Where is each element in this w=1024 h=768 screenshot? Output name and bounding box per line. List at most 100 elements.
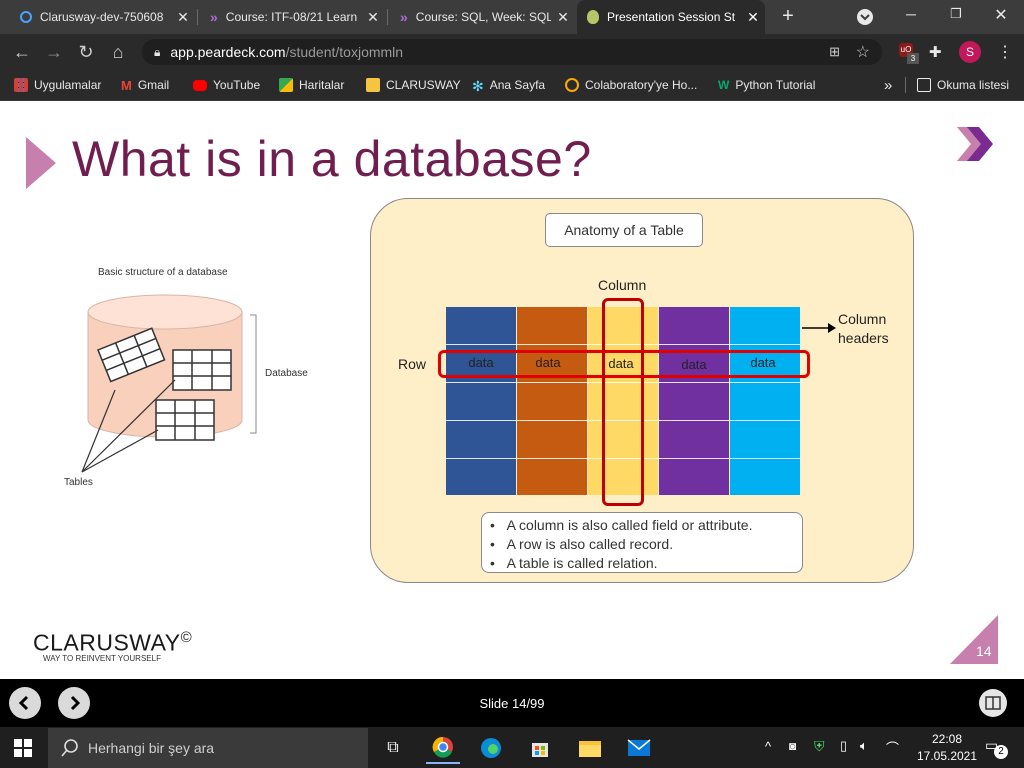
list-item: • A row is also called record.: [490, 536, 674, 552]
forward-arrow-icon[interactable]: →: [42, 41, 66, 63]
address-bar[interactable]: 🔒︎ app.peardeck.com/student/toxjommln ⊞ …: [142, 39, 882, 65]
new-tab-button[interactable]: +: [777, 5, 799, 29]
close-icon[interactable]: ✕: [551, 9, 575, 26]
chevron-up-icon[interactable]: ^: [765, 739, 771, 754]
more-bookmarks-button[interactable]: »: [884, 70, 892, 100]
folder-icon: [579, 741, 601, 757]
bookmark-python-tutorial[interactable]: W Python Tutorial: [718, 70, 815, 100]
store-bag-icon: [532, 743, 548, 757]
tab-itf-course[interactable]: » Course: ITF-08/21 Learn ✕: [200, 0, 385, 34]
definition-list: • A column is also called field or attri…: [481, 512, 803, 573]
lock-icon: 🔒︎: [154, 44, 161, 59]
tab-presentation-session[interactable]: Presentation Session St ✕: [577, 0, 765, 34]
webcam-icon[interactable]: ◙: [789, 739, 796, 753]
clarusway-chevron-icon: »: [210, 9, 218, 25]
bookmark-colab[interactable]: Colaboratory'ye Ho...: [565, 70, 697, 100]
battery-icon[interactable]: ▯: [840, 738, 847, 754]
reload-icon[interactable]: ↻: [74, 41, 98, 63]
clarusway-chevron-icon: »: [400, 9, 408, 25]
bookmark-gmail[interactable]: M Gmail: [121, 70, 169, 100]
bookmark-label: Gmail: [137, 78, 170, 92]
row-label: Row: [398, 356, 427, 372]
notification-center-button[interactable]: ▭ 2: [985, 737, 1008, 759]
edge-taskbar-icon[interactable]: [474, 732, 508, 764]
extension-badge: 3: [907, 53, 919, 64]
taskbar-search-box[interactable]: Herhangi bir şey ara: [48, 728, 368, 768]
edge-icon: [481, 738, 501, 758]
chevron-left-icon: [18, 695, 29, 711]
tab-search-button[interactable]: [857, 9, 873, 25]
title-triangle-icon: [26, 137, 56, 189]
bookmark-divider: [905, 77, 906, 93]
anatomy-heading: Anatomy of a Table: [545, 213, 703, 247]
page-number: 14: [976, 643, 992, 659]
explorer-taskbar-icon[interactable]: [573, 732, 607, 764]
mail-icon: [627, 739, 651, 756]
youtube-icon: [193, 79, 207, 91]
brand-tagline: WAY TO REINVENT YOURSELF: [43, 654, 161, 663]
bookmark-label: Haritalar: [299, 78, 345, 92]
clock-date: 17.05.2021: [916, 749, 978, 763]
translate-icon[interactable]: ⊞: [829, 44, 840, 60]
task-view-icon[interactable]: ⧉: [376, 732, 410, 764]
arrow-right-icon: [802, 323, 836, 333]
apps-grid-icon: [14, 78, 28, 92]
mail-taskbar-icon[interactable]: [622, 732, 656, 764]
windows-logo-icon: [14, 739, 32, 757]
loading-icon: [20, 11, 32, 23]
restore-button[interactable]: ❐: [947, 6, 965, 26]
bookmark-home[interactable]: ✻ Ana Sayfa: [472, 70, 545, 100]
tables-label: Tables: [64, 477, 93, 488]
close-window-button[interactable]: ✕: [992, 5, 1010, 25]
profile-avatar[interactable]: S: [959, 41, 981, 63]
url-path: /student/toxjommln: [285, 44, 404, 60]
reading-list-button[interactable]: Okuma listesi: [917, 70, 1009, 100]
bookmark-label: Uygulamalar: [34, 78, 102, 92]
table-column-2: [517, 307, 587, 495]
minimize-button[interactable]: ─: [902, 6, 920, 26]
bookmark-apps[interactable]: Uygulamalar: [14, 70, 101, 100]
bookmark-label: Python Tutorial: [735, 78, 816, 92]
store-taskbar-icon[interactable]: [523, 732, 557, 764]
column-label: Column: [598, 277, 647, 293]
close-icon[interactable]: ✕: [741, 9, 765, 26]
database-label: Database: [265, 368, 308, 379]
puzzle-icon[interactable]: ✚: [929, 43, 942, 61]
notification-count: 2: [994, 745, 1008, 759]
more-menu-icon[interactable]: ⋮: [997, 42, 1013, 62]
tab-sql-course[interactable]: » Course: SQL, Week: SQL ✕: [390, 0, 575, 34]
back-arrow-icon[interactable]: ←: [10, 41, 34, 63]
bookmark-youtube[interactable]: YouTube: [193, 70, 260, 100]
close-icon[interactable]: ✕: [361, 9, 385, 26]
column-headers-label: Column headers: [838, 311, 889, 346]
tab-clarusway-dev[interactable]: Clarusway-dev-750608 ✕: [10, 0, 195, 34]
url-domain: app.peardeck.com: [170, 44, 286, 60]
next-slide-button[interactable]: [58, 687, 90, 719]
figure-caption: Basic structure of a database: [98, 267, 228, 278]
wifi-icon[interactable]: ⌒: [886, 738, 899, 757]
table-column-1: [446, 307, 516, 495]
tab-title: Clarusway-dev-750608: [40, 10, 164, 24]
volume-icon[interactable]: 🔈︎: [860, 738, 868, 754]
table-column-5: [730, 307, 800, 495]
tab-title: Course: ITF-08/21 Learn: [225, 10, 358, 24]
chrome-taskbar-icon[interactable]: [426, 732, 460, 764]
table-column-4: [659, 307, 729, 495]
slide-counter: Slide 14/99: [479, 696, 545, 711]
audio-book-button[interactable]: [979, 689, 1007, 717]
home-icon[interactable]: ⌂: [106, 41, 130, 63]
bookmark-maps[interactable]: Haritalar: [279, 70, 344, 100]
clarusway-logo-icon: [957, 127, 993, 161]
windows-start-button[interactable]: [14, 739, 32, 762]
tab-divider: [197, 9, 198, 25]
star-icon[interactable]: ☆: [856, 42, 870, 62]
tab-title: Presentation Session St: [607, 10, 736, 24]
brand-name: CLARUSWAY©: [33, 629, 193, 656]
shield-icon[interactable]: ⛨: [814, 738, 825, 755]
clock[interactable]: 22:08 17.05.2021: [915, 731, 979, 765]
previous-slide-button[interactable]: [9, 687, 41, 719]
bookmark-clarusway[interactable]: CLARUSWAY: [366, 70, 461, 100]
folder-icon: [366, 78, 380, 92]
chrome-icon: [432, 736, 453, 758]
close-icon[interactable]: ✕: [171, 9, 195, 26]
